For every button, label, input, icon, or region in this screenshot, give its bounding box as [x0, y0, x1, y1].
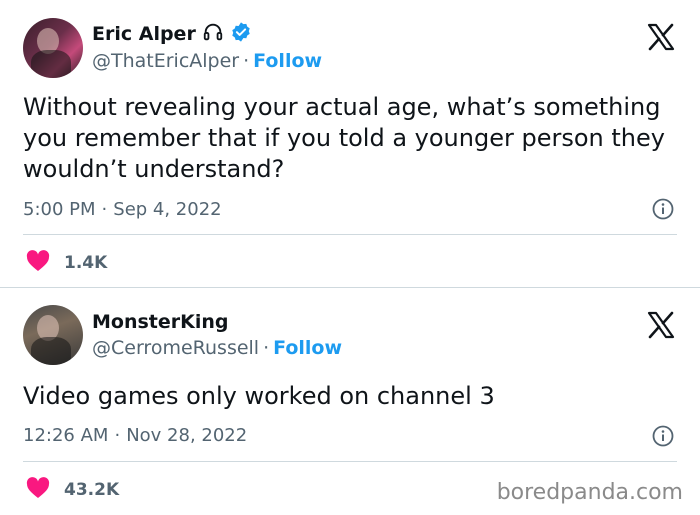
like-count: 1.4K — [64, 253, 108, 273]
divider — [23, 234, 677, 235]
like-button[interactable]: 1.4K — [26, 250, 107, 276]
headphones-icon — [202, 21, 224, 47]
watermark: boredpanda.com — [496, 480, 683, 505]
tweet-date: Sep 4, 2022 — [113, 199, 222, 220]
timestamp[interactable]: 12:26 AM · Nov 28, 2022 — [23, 425, 247, 446]
avatar[interactable] — [23, 305, 83, 365]
like-count: 43.2K — [64, 480, 120, 500]
follow-button[interactable]: Follow — [273, 337, 342, 359]
verified-badge-icon — [230, 21, 252, 47]
avatar[interactable] — [23, 18, 83, 78]
handle-row: @ThatEricAlper · Follow — [92, 50, 322, 72]
info-icon[interactable] — [652, 198, 674, 220]
author-row: MonsterKing — [92, 311, 229, 333]
author-handle[interactable]: @CerromeRussell — [92, 337, 259, 359]
tweet-time: 12:26 AM — [23, 425, 109, 446]
separator: · — [114, 425, 121, 446]
separator: · — [243, 50, 250, 72]
tweet-card: Eric Alper @ThatEricAlper · Follow Without… — [0, 0, 700, 287]
tweet-time: 5:00 PM — [23, 199, 96, 220]
tweet-text: Without revealing your actual age, what’… — [23, 93, 665, 183]
handle-row: @CerromeRussell · Follow — [92, 337, 342, 359]
x-logo-icon[interactable] — [646, 22, 676, 52]
tweet-date: Nov 28, 2022 — [126, 425, 248, 446]
heart-icon — [26, 477, 50, 503]
separator: · — [101, 199, 108, 220]
tweet-text: Video games only worked on channel 3 — [23, 382, 495, 410]
like-button[interactable]: 43.2K — [26, 477, 119, 503]
author-handle[interactable]: @ThatEricAlper — [92, 50, 239, 72]
author-name[interactable]: MonsterKing — [92, 311, 229, 333]
timestamp[interactable]: 5:00 PM · Sep 4, 2022 — [23, 199, 222, 220]
separator: · — [263, 337, 270, 359]
heart-icon — [26, 250, 50, 276]
x-logo-icon[interactable] — [646, 310, 676, 340]
info-icon[interactable] — [652, 425, 674, 447]
author-row: Eric Alper — [92, 21, 252, 47]
follow-button[interactable]: Follow — [253, 50, 322, 72]
divider — [23, 461, 677, 462]
author-name[interactable]: Eric Alper — [92, 23, 196, 45]
